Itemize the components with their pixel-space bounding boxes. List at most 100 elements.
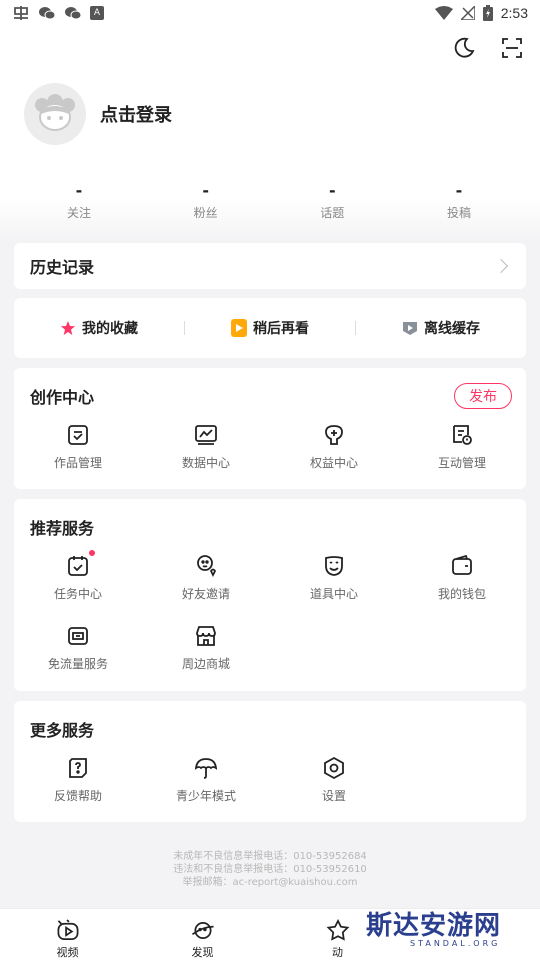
- settings-item[interactable]: 设置: [270, 755, 398, 825]
- discover-tab-icon: [191, 921, 214, 940]
- item-label: 免流量服务: [47, 657, 108, 671]
- scan-icon[interactable]: [500, 36, 524, 60]
- watch-later-icon: [231, 319, 247, 337]
- profile-header: 点击登录 - 关注 - 粉丝 - 话题 - 投稿: [0, 26, 540, 242]
- dark-mode-icon[interactable]: [452, 36, 476, 60]
- watch-later-label: 稍后再看: [253, 321, 309, 337]
- interaction-manage-item[interactable]: 互动管理: [398, 422, 526, 492]
- stat-following[interactable]: - 关注: [34, 182, 124, 221]
- quick-links: 我的收藏 稍后再看 离线缓存: [14, 298, 526, 358]
- video-tab-icon: [57, 919, 78, 940]
- battery-charging-icon: [482, 5, 493, 21]
- report-footer: 未成年不良信息举报电话：010-53952684 违法和不良信息举报电话：010…: [0, 850, 540, 889]
- footer-line: 违法和不良信息举报电话：010-53952610: [173, 864, 367, 875]
- rights-center-item[interactable]: 权益中心: [270, 422, 398, 492]
- tab-video[interactable]: 视频: [0, 909, 135, 960]
- data-center-item[interactable]: 数据中心: [142, 422, 270, 492]
- offline-cache-icon: [403, 322, 417, 335]
- publish-button[interactable]: 发布: [454, 383, 512, 409]
- teen-mode-icon: [193, 755, 219, 781]
- watermark-text: 斯达安游网: [366, 911, 502, 941]
- favorites-label: 我的收藏: [82, 321, 138, 337]
- item-label: 反馈帮助: [53, 789, 102, 803]
- a-app-icon: A: [90, 6, 104, 20]
- task-center-item[interactable]: 任务中心: [14, 550, 142, 623]
- watch-later-link[interactable]: 稍后再看: [185, 318, 355, 338]
- invite-friends-item[interactable]: 好友邀请: [142, 553, 270, 623]
- stat-fans[interactable]: - 粉丝: [161, 182, 251, 221]
- item-label: 互动管理: [437, 456, 486, 470]
- status-left-icons: A: [12, 5, 104, 21]
- header-actions: [452, 36, 524, 60]
- stat-value: -: [202, 181, 209, 200]
- more-services: 更多服务 反馈帮助 青少年模式 设置: [14, 701, 526, 822]
- tab-label: 发现: [191, 946, 214, 959]
- interaction-manage-icon: [449, 422, 475, 448]
- stat-topics[interactable]: - 话题: [287, 182, 377, 221]
- dynamic-tab-icon: [326, 919, 349, 941]
- item-label: 周边商城: [181, 657, 230, 671]
- stat-label: 粉丝: [193, 206, 218, 220]
- status-right-icons: 2:53: [434, 5, 528, 21]
- history-title: 历史记录: [30, 258, 95, 277]
- data-center-icon: [193, 422, 219, 448]
- teen-mode-item[interactable]: 青少年模式: [142, 755, 270, 825]
- offline-cache-label: 离线缓存: [424, 321, 480, 337]
- props-center-item[interactable]: 道具中心: [270, 553, 398, 623]
- item-label: 道具中心: [309, 587, 358, 601]
- status-time: 2:53: [500, 5, 528, 21]
- stat-label: 话题: [320, 206, 345, 220]
- stat-submissions[interactable]: - 投稿: [414, 182, 504, 221]
- item-label: 好友邀请: [181, 587, 230, 601]
- item-label: 设置: [321, 789, 346, 803]
- feedback-help-item[interactable]: 反馈帮助: [14, 755, 142, 825]
- more-services-title: 更多服务: [30, 721, 95, 740]
- footer-line: 未成年不良信息举报电话：010-53952684: [173, 851, 367, 862]
- works-manage-item[interactable]: 作品管理: [14, 422, 142, 492]
- wechat-icon: [39, 7, 56, 20]
- wifi-icon: [434, 6, 453, 20]
- login-label[interactable]: 点击登录: [100, 101, 172, 127]
- props-center-icon: [321, 553, 347, 579]
- stat-value: -: [75, 181, 83, 200]
- task-center-icon: [65, 550, 95, 579]
- creation-center-title: 创作中心: [30, 388, 95, 407]
- rights-center-icon: [321, 422, 347, 448]
- free-data-icon: [65, 623, 91, 649]
- wallet-item[interactable]: 我的钱包: [398, 553, 526, 623]
- stat-value: -: [455, 181, 463, 200]
- stats-row: - 关注 - 粉丝 - 话题 - 投稿: [14, 182, 526, 221]
- avatar[interactable]: [24, 83, 86, 145]
- item-label: 作品管理: [53, 456, 102, 470]
- notification-icon: [14, 6, 28, 20]
- favorites-link[interactable]: 我的收藏: [14, 318, 184, 338]
- shop-item[interactable]: 周边商城: [142, 623, 270, 693]
- item-label: 我的钱包: [437, 587, 486, 601]
- watermark-sub: STANDAL.ORG: [410, 939, 501, 948]
- footer-line: 举报邮箱：ac-report@kuaishou.com: [182, 877, 358, 888]
- invite-friends-icon: [193, 553, 219, 579]
- shop-icon: [193, 623, 219, 649]
- login-profile[interactable]: 点击登录: [24, 83, 172, 145]
- item-label: 权益中心: [309, 456, 358, 470]
- item-label: 数据中心: [181, 456, 230, 470]
- free-data-item[interactable]: 免流量服务: [14, 623, 142, 693]
- tab-label: 视频: [56, 946, 79, 959]
- feedback-help-icon: [65, 755, 91, 781]
- watermark: 斯达安游网 STANDAL.ORG: [366, 910, 526, 960]
- wallet-icon: [449, 553, 475, 579]
- item-label: 任务中心: [53, 587, 102, 601]
- status-bar: A 2:53: [0, 0, 540, 26]
- stat-value: -: [328, 181, 336, 200]
- tab-label: 动: [332, 946, 343, 959]
- recommended-services: 推荐服务 任务中心 好友邀请 道具中心 我的钱包 免流量服务 周边商城: [14, 499, 526, 691]
- history-row[interactable]: 历史记录: [14, 243, 526, 289]
- recommended-services-title: 推荐服务: [30, 519, 95, 538]
- works-manage-icon: [65, 422, 91, 448]
- tab-discover[interactable]: 发现: [135, 909, 270, 960]
- offline-cache-link[interactable]: 离线缓存: [356, 318, 526, 338]
- item-label: 青少年模式: [175, 789, 236, 803]
- settings-icon: [321, 755, 347, 781]
- chevron-right-icon: [493, 258, 509, 274]
- stat-label: 投稿: [446, 206, 471, 220]
